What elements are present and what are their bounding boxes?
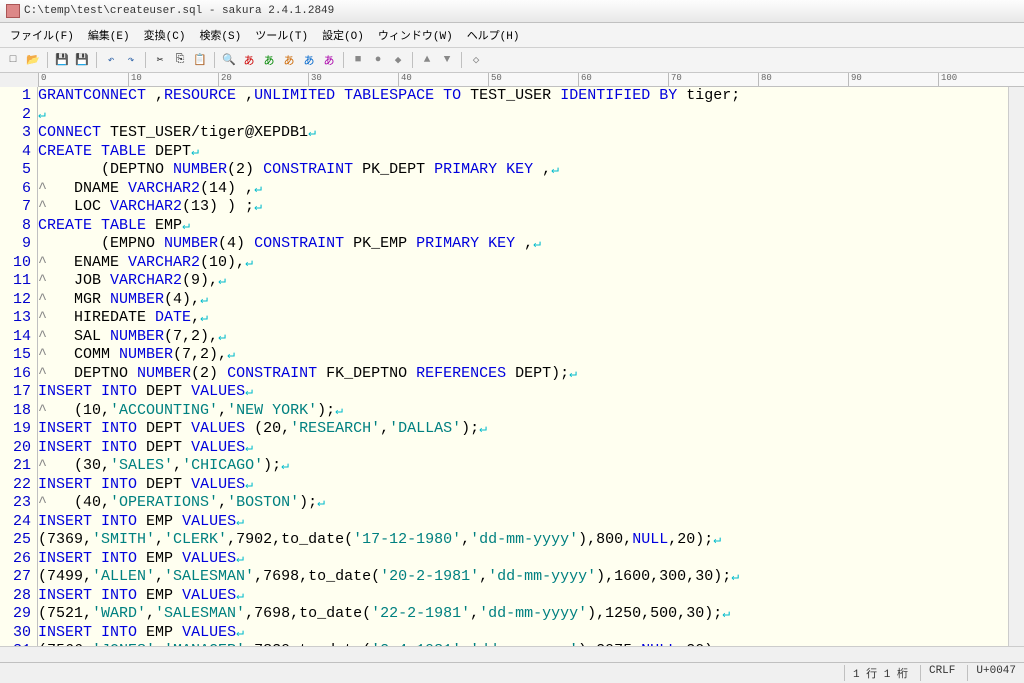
new-button[interactable]: □ bbox=[4, 51, 22, 69]
jp3-button[interactable]: あ bbox=[280, 51, 298, 69]
separator bbox=[412, 52, 413, 68]
jp4-button[interactable]: あ bbox=[300, 51, 318, 69]
code-editor[interactable]: GRANTCONNECT ,RESOURCE ,UNLIMITED TABLES… bbox=[38, 87, 1008, 646]
status-eol: CRLF bbox=[920, 665, 955, 681]
menu-search[interactable]: 検索(S) bbox=[193, 25, 247, 45]
jp5-button[interactable]: あ bbox=[320, 51, 338, 69]
line-gutter: 1234567891011121314151617181920212223242… bbox=[0, 87, 38, 646]
statusbar: 1 行 1 桁 CRLF U+0047 bbox=[0, 662, 1024, 683]
status-position: 1 行 1 桁 bbox=[844, 665, 908, 681]
separator bbox=[343, 52, 344, 68]
window-title: C:\temp\test\createuser.sql - sakura 2.4… bbox=[24, 5, 334, 17]
status-unicode: U+0047 bbox=[967, 665, 1016, 681]
horizontal-scrollbar[interactable] bbox=[0, 646, 1024, 662]
separator bbox=[145, 52, 146, 68]
menu-edit[interactable]: 編集(E) bbox=[82, 25, 136, 45]
separator bbox=[47, 52, 48, 68]
cut-button[interactable]: ✂ bbox=[151, 51, 169, 69]
menu-convert[interactable]: 変換(C) bbox=[138, 25, 192, 45]
open-button[interactable]: 📂 bbox=[24, 51, 42, 69]
tool3-button[interactable]: ◆ bbox=[389, 51, 407, 69]
tool2-button[interactable]: ● bbox=[369, 51, 387, 69]
jp2-button[interactable]: あ bbox=[260, 51, 278, 69]
menubar: ファイル(F) 編集(E) 変換(C) 検索(S) ツール(T) 設定(O) ウ… bbox=[0, 23, 1024, 48]
menu-help[interactable]: ヘルプ(H) bbox=[461, 25, 526, 45]
app-icon bbox=[6, 4, 20, 18]
separator bbox=[461, 52, 462, 68]
ruler: 0102030405060708090100110 bbox=[38, 73, 1024, 87]
tool5-button[interactable]: ▼ bbox=[438, 51, 456, 69]
menu-option[interactable]: 設定(O) bbox=[316, 25, 370, 45]
menu-window[interactable]: ウィンドウ(W) bbox=[372, 25, 459, 45]
titlebar: C:\temp\test\createuser.sql - sakura 2.4… bbox=[0, 0, 1024, 23]
undo-button[interactable]: ↶ bbox=[102, 51, 120, 69]
tool4-button[interactable]: ▲ bbox=[418, 51, 436, 69]
vertical-scrollbar[interactable] bbox=[1008, 87, 1024, 646]
menu-tools[interactable]: ツール(T) bbox=[249, 25, 314, 45]
menu-file[interactable]: ファイル(F) bbox=[4, 25, 80, 45]
editor-area: 1234567891011121314151617181920212223242… bbox=[0, 87, 1024, 646]
saveall-button[interactable]: 💾 bbox=[73, 51, 91, 69]
redo-button[interactable]: ↷ bbox=[122, 51, 140, 69]
find-button[interactable]: 🔍 bbox=[220, 51, 238, 69]
toolbar: □ 📂 💾 💾 ↶ ↷ ✂ ⎘ 📋 🔍 あ あ あ あ あ ■ ● ◆ ▲ ▼ … bbox=[0, 48, 1024, 73]
jp1-button[interactable]: あ bbox=[240, 51, 258, 69]
paste-button[interactable]: 📋 bbox=[191, 51, 209, 69]
separator bbox=[214, 52, 215, 68]
tool6-button[interactable]: ◇ bbox=[467, 51, 485, 69]
separator bbox=[96, 52, 97, 68]
save-button[interactable]: 💾 bbox=[53, 51, 71, 69]
tool1-button[interactable]: ■ bbox=[349, 51, 367, 69]
copy-button[interactable]: ⎘ bbox=[171, 51, 189, 69]
